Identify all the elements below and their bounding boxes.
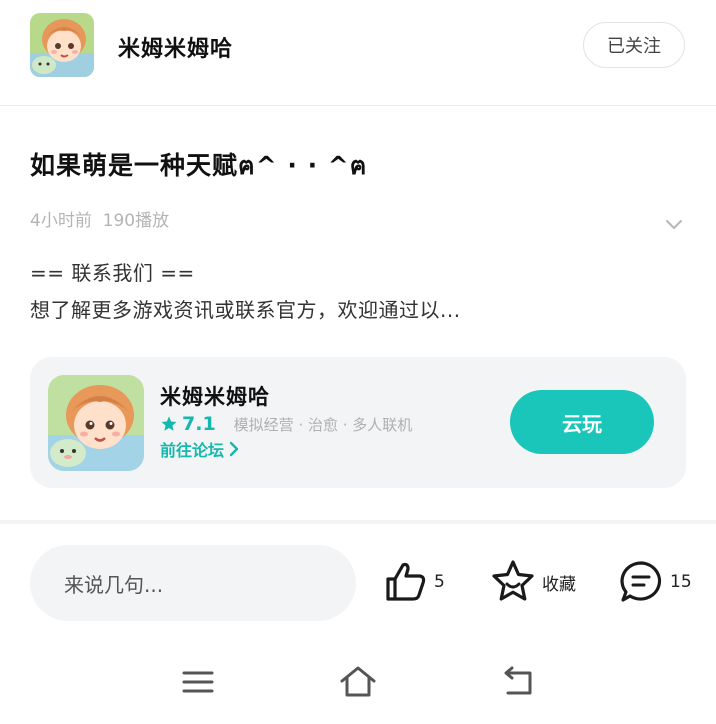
post-body-line: == 联系我们 == <box>30 261 195 285</box>
game-icon[interactable] <box>48 375 144 471</box>
forum-link[interactable]: 前往论坛 <box>160 437 240 461</box>
chevron-down-icon[interactable] <box>662 212 686 236</box>
author-header: 米姆米姆哈 已关注 <box>0 0 716 106</box>
post-detail-page: 米姆米姆哈 已关注 如果萌是一种天赋ฅ^ · · ^ฅ 4小时前 190播放 =… <box>0 0 716 724</box>
comment-input[interactable]: 来说几句... <box>30 545 356 621</box>
like-button[interactable]: 5 <box>384 558 445 606</box>
comment-count: 15 <box>670 572 692 592</box>
author-avatar[interactable] <box>30 13 94 77</box>
divider <box>0 520 716 524</box>
forum-link-label: 前往论坛 <box>160 441 225 460</box>
cloud-play-button[interactable]: 云玩 <box>510 390 654 454</box>
game-rating: 7.1 <box>182 413 216 435</box>
like-count: 5 <box>434 572 445 592</box>
thumbs-up-icon <box>386 562 426 601</box>
game-card[interactable]: 米姆米姆哈 7.1 模拟经营 · 治愈 · 多人联机 前往论坛 云玩 <box>30 357 686 488</box>
comment-bubble-icon <box>620 561 662 602</box>
comment-button[interactable]: 15 <box>618 558 692 606</box>
game-name[interactable]: 米姆米姆哈 <box>160 381 270 411</box>
game-rating-row: 7.1 模拟经营 · 治愈 · 多人联机 <box>160 411 412 437</box>
menu-icon[interactable] <box>178 664 218 700</box>
chibi-game-icon <box>48 375 144 471</box>
chevron-right-icon <box>229 441 239 457</box>
home-icon[interactable] <box>338 664 378 700</box>
star-icon <box>161 416 177 431</box>
post-time: 4小时前 <box>30 211 92 231</box>
game-tags: 模拟经营 · 治愈 · 多人联机 <box>233 415 413 434</box>
favorite-button[interactable]: 收藏 <box>490 558 576 606</box>
back-icon[interactable] <box>498 664 538 700</box>
chibi-avatar-icon <box>30 13 94 77</box>
post-body: == 联系我们 == 想了解更多游戏资讯或联系官方，欢迎通过以... <box>30 255 670 329</box>
post-title: 如果萌是一种天赋ฅ^ · · ^ฅ <box>30 151 368 180</box>
author-name[interactable]: 米姆米姆哈 <box>118 31 233 63</box>
star-face-icon <box>492 560 534 601</box>
post-body-line: 想了解更多游戏资讯或联系官方，欢迎通过以... <box>30 298 461 322</box>
post-plays: 190播放 <box>102 211 170 231</box>
system-nav-bar <box>0 650 716 724</box>
favorite-label: 收藏 <box>542 574 576 595</box>
follow-button[interactable]: 已关注 <box>583 22 685 68</box>
post-meta: 4小时前 190播放 <box>30 206 169 231</box>
